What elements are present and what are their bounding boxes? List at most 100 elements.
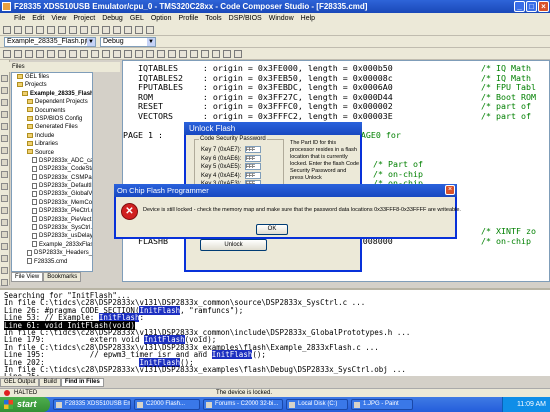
toolbar-button-icon[interactable] <box>124 26 132 34</box>
debug-tool-icon[interactable] <box>1 195 8 202</box>
key-input[interactable]: FFF <box>245 154 261 162</box>
toolbar-button-icon[interactable] <box>47 50 55 58</box>
toolbar-button-icon[interactable] <box>179 50 187 58</box>
tree-item[interactable]: DSP2833x_Headers_non <box>12 249 92 257</box>
menu-item[interactable]: Tools <box>205 13 221 24</box>
toolbar-button-icon[interactable] <box>201 50 209 58</box>
toolbar-button-icon[interactable] <box>25 26 33 34</box>
debug-tool-icon[interactable] <box>1 183 8 190</box>
menu-item[interactable]: View <box>51 13 66 24</box>
debug-tool-icon[interactable] <box>1 75 8 82</box>
toolbar-button-icon[interactable] <box>91 26 99 34</box>
tree-item[interactable]: Libraries <box>12 140 92 148</box>
debug-tool-icon[interactable] <box>1 255 8 262</box>
debug-tool-icon[interactable] <box>1 123 8 130</box>
tree-item[interactable]: DSP2833x_CSMPassw <box>12 174 92 182</box>
debug-tool-icon[interactable] <box>1 135 8 142</box>
toolbar-button-icon[interactable] <box>212 50 220 58</box>
toolbar-button-icon[interactable] <box>69 26 77 34</box>
toolbar-button-icon[interactable] <box>146 50 154 58</box>
menu-item[interactable]: Help <box>301 13 315 24</box>
menu-item[interactable]: Option <box>151 13 172 24</box>
taskbar-button[interactable]: Forums - C2000 32-bi... <box>203 399 283 410</box>
toolbar-button-icon[interactable] <box>190 50 198 58</box>
toolbar-button-icon[interactable] <box>113 26 121 34</box>
tree-item[interactable]: DSP2833x_PieVect.c <box>12 216 92 224</box>
maximize-icon[interactable]: □ <box>526 1 537 12</box>
toolbar-button-icon[interactable] <box>58 50 66 58</box>
tree-item[interactable]: Documents <box>12 107 92 115</box>
menu-item[interactable]: Debug <box>102 13 123 24</box>
toolbar-button-icon[interactable] <box>102 26 110 34</box>
toolbar-button-icon[interactable] <box>25 50 33 58</box>
toolbar-button-icon[interactable] <box>36 50 44 58</box>
toolbar-button-icon[interactable] <box>146 26 154 34</box>
menu-item[interactable]: Window <box>269 13 294 24</box>
key-input[interactable]: FFF <box>245 163 261 170</box>
toolbar-button-icon[interactable] <box>234 50 242 58</box>
toolbar-button-icon[interactable] <box>223 50 231 58</box>
start-button[interactable]: start <box>0 397 50 412</box>
toolbar-button-icon[interactable] <box>3 50 11 58</box>
toolbar-button-icon[interactable] <box>113 50 121 58</box>
close-icon[interactable]: × <box>445 185 455 195</box>
debug-tool-icon[interactable] <box>1 267 8 274</box>
tree-item[interactable]: Dependent Projects <box>12 98 92 106</box>
taskbar-button[interactable]: 1.JPG - Paint <box>351 399 413 410</box>
tree-item[interactable]: DSP2833x_usDelay <box>12 232 92 240</box>
key-input[interactable]: FFF <box>245 146 261 153</box>
config-combo[interactable]: Debug ▼ <box>100 37 156 47</box>
key-input[interactable]: FFF <box>245 171 261 179</box>
debug-tool-icon[interactable] <box>1 231 8 238</box>
debug-tool-icon[interactable] <box>1 279 8 286</box>
tree-item[interactable]: DSP2833x_ADC_cal.a <box>12 157 92 165</box>
tree-item[interactable]: DSP2833x_DefaultIs <box>12 182 92 190</box>
toolbar-button-icon[interactable] <box>36 26 44 34</box>
tree-item[interactable]: Example_28335_Flash.pjt <box>12 90 92 98</box>
menu-item[interactable]: Project <box>73 13 95 24</box>
toolbar-button-icon[interactable] <box>58 26 66 34</box>
toolbar-button-icon[interactable] <box>124 50 132 58</box>
tree-item[interactable]: GEL files <box>12 73 92 81</box>
taskbar-button[interactable]: Local Disk (C:) <box>286 399 348 410</box>
project-combo[interactable]: Example_28335_Flash.pjt ▼ <box>4 37 96 47</box>
toolbar-button-icon[interactable] <box>80 50 88 58</box>
toolbar-button-icon[interactable] <box>157 50 165 58</box>
debug-tool-icon[interactable] <box>1 243 8 250</box>
toolbar-button-icon[interactable] <box>135 50 143 58</box>
menu-item[interactable]: Edit <box>32 13 44 24</box>
debug-tool-icon[interactable] <box>1 99 8 106</box>
unlock-button[interactable]: Unlock <box>200 239 267 251</box>
tree-tab[interactable]: Bookmarks <box>43 272 82 282</box>
tree-item[interactable]: DSP/BIOS Config <box>12 115 92 123</box>
tree-item[interactable]: F28335.cmd <box>12 258 92 266</box>
taskbar-button[interactable]: F28335 XDS510USB Em... <box>53 399 131 410</box>
menu-item[interactable]: Profile <box>178 13 198 24</box>
toolbar-button-icon[interactable] <box>14 50 22 58</box>
output-tab[interactable]: Find in Files <box>60 378 104 387</box>
toolbar-button-icon[interactable] <box>135 26 143 34</box>
toolbar-button-icon[interactable] <box>102 50 110 58</box>
toolbar-button-icon[interactable] <box>168 50 176 58</box>
toolbar-button-icon[interactable] <box>91 50 99 58</box>
debug-tool-icon[interactable] <box>1 159 8 166</box>
tree-item[interactable]: DSP2833x_CodeStart <box>12 165 92 173</box>
tree-item[interactable]: Include <box>12 132 92 140</box>
tree-item[interactable]: DSP2833x_GlobalVa <box>12 190 92 198</box>
tree-item[interactable]: DSP2833x_MemCop <box>12 199 92 207</box>
output-tab[interactable]: Build <box>39 378 61 387</box>
tree-item[interactable]: Example_2833xFlash <box>12 241 92 249</box>
tree-item[interactable]: Generated Files <box>12 123 92 131</box>
tree-tab[interactable]: File View <box>11 272 44 282</box>
minimize-icon[interactable]: _ <box>514 1 525 12</box>
output-tab[interactable]: GEL Output <box>0 378 40 387</box>
debug-tool-icon[interactable] <box>1 87 8 94</box>
debug-tool-icon[interactable] <box>1 171 8 178</box>
toolbar-button-icon[interactable] <box>14 26 22 34</box>
ok-button[interactable]: OK <box>256 224 288 235</box>
taskbar-button[interactable]: C2000 Flash... <box>134 399 200 410</box>
menu-item[interactable]: DSP/BIOS <box>229 13 262 24</box>
toolbar-button-icon[interactable] <box>3 26 11 34</box>
close-icon[interactable]: × <box>538 1 549 12</box>
tree-item[interactable]: Source <box>12 149 92 157</box>
